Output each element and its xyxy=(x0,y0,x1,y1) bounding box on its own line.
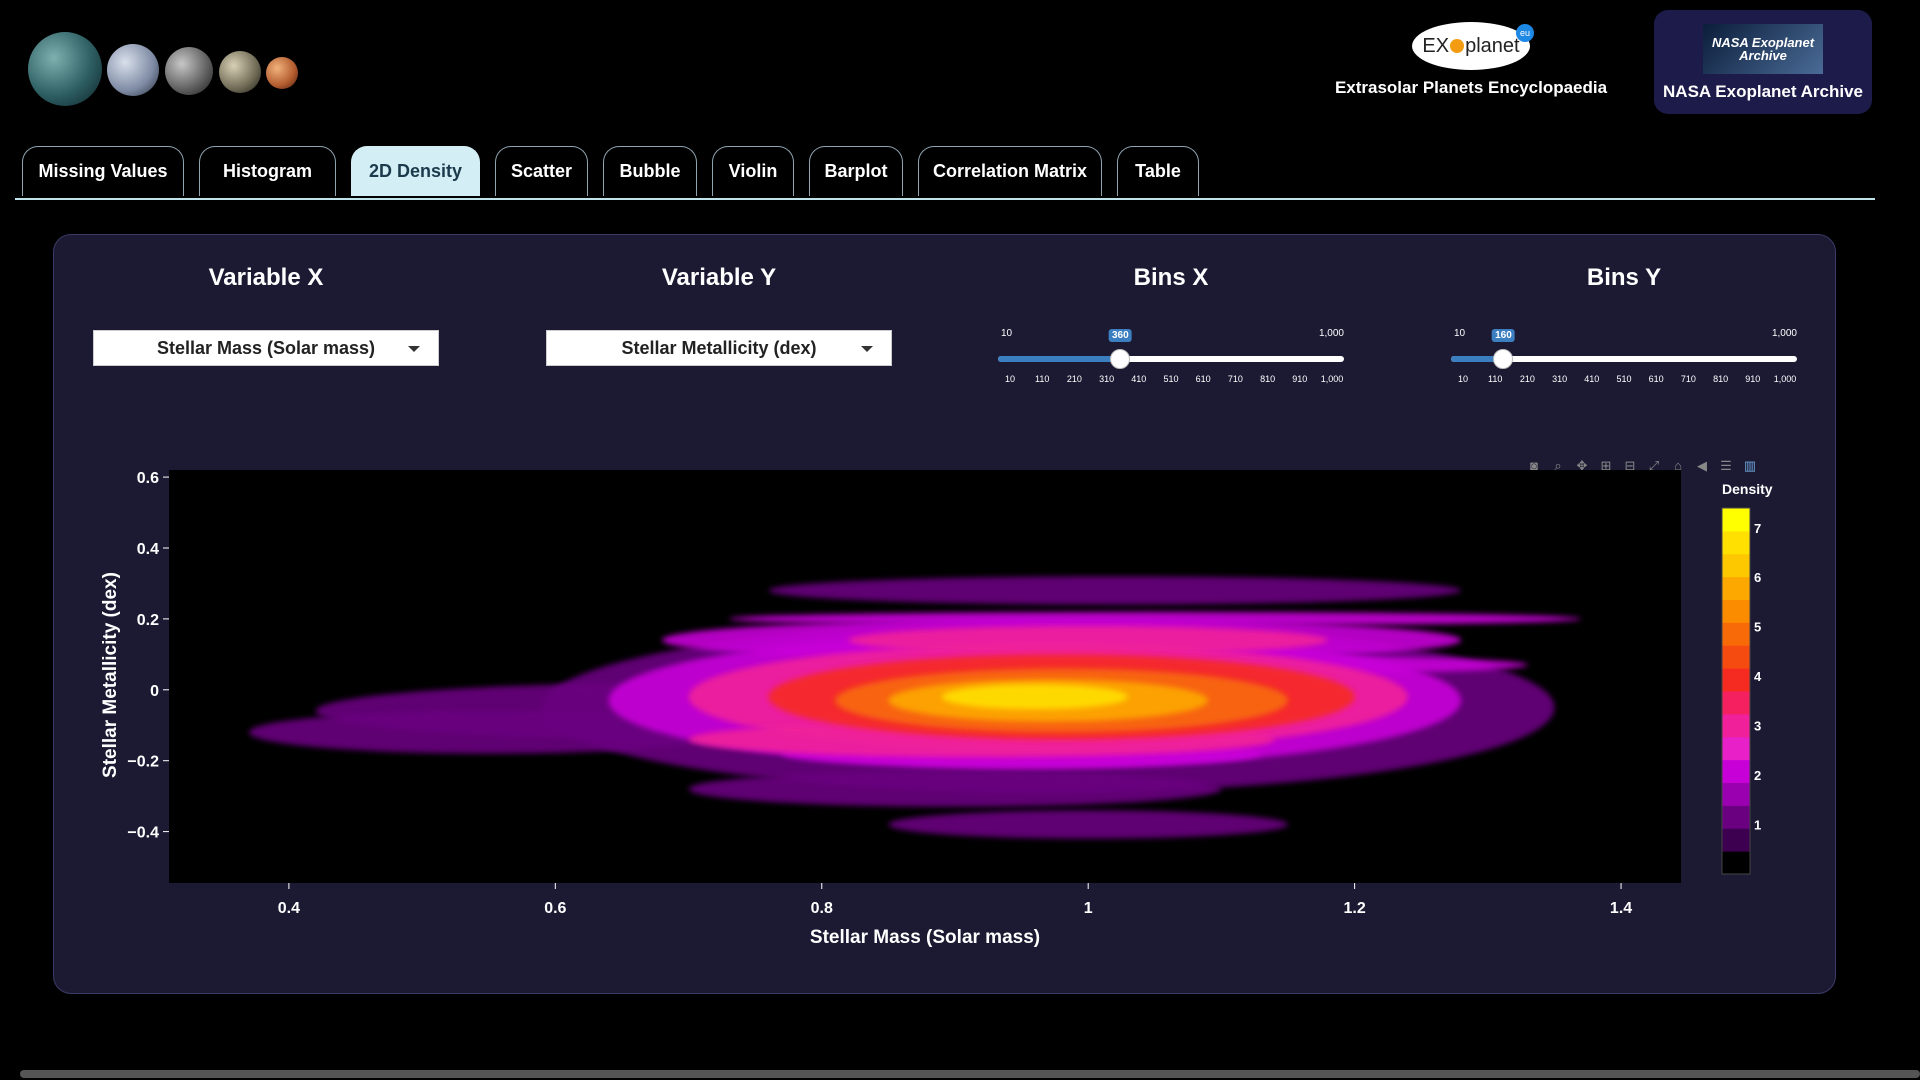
bins-y-slider[interactable]: 10 1,000 160 10 110 210 310 410 510 610 710 810 9… xyxy=(1451,328,1797,388)
plot-modebar: ◙ ⌕ ✥ ⊞ ⊟ ⤢ ⌂ ◀ ☰ ▥ xyxy=(1516,456,1796,476)
zoom-in-icon[interactable]: ⊞ xyxy=(1598,459,1614,473)
spike-lines-icon[interactable]: ◀ xyxy=(1694,459,1710,473)
slider-tick-label: 110 xyxy=(1035,374,1050,384)
slider-tick-label: 1,000 xyxy=(1773,374,1797,384)
slider-tick-label: 310 xyxy=(1552,374,1568,384)
planet-3-icon xyxy=(165,47,213,95)
brand-label: NASA Exoplanet Archive xyxy=(1663,82,1863,101)
bins-x-title: Bins X xyxy=(1133,264,1209,291)
chevron-down-icon xyxy=(408,346,420,352)
slider-value-tooltip: 160 xyxy=(1492,329,1515,342)
slider-tick-label: 10 xyxy=(1004,374,1016,384)
planet-dot-icon xyxy=(1450,39,1465,53)
tab-table[interactable]: Table xyxy=(1117,146,1199,196)
slider-max-label: 1,000 xyxy=(1318,328,1344,339)
app-window: EX planet eu Extrasolar Planets Encyclopa… xyxy=(0,0,1920,1080)
bins-x-slider[interactable]: 10 1,000 360 10 110 210 310 410 510 610 710 810 9… xyxy=(998,328,1344,388)
nasa-archive-logo[interactable]: NASA Exoplanet Archive xyxy=(1703,24,1823,74)
variable-x-value: Stellar Mass (Solar mass) xyxy=(156,337,376,358)
planet-5-icon xyxy=(266,57,298,89)
slider-tick-label: 610 xyxy=(1195,374,1211,384)
variable-x-dropdown[interactable]: Stellar Mass (Solar mass) xyxy=(93,330,439,366)
logo-text: planet xyxy=(1465,34,1520,57)
tab-bar: Missing Values Histogram 2D Density Scat… xyxy=(15,146,1875,200)
slider-tick-label: 510 xyxy=(1616,374,1632,384)
exoplanet-eu-brand[interactable]: EX planet eu Extrasolar Planets Encyclopa… xyxy=(1334,22,1608,98)
slider-tick-label: 1,000 xyxy=(1320,374,1344,384)
tab-scatter[interactable]: Scatter xyxy=(495,146,588,196)
slider-handle[interactable] xyxy=(1493,349,1514,369)
horizontal-scrollbar[interactable] xyxy=(20,1070,1920,1078)
slider-min-label: 10 xyxy=(1454,328,1466,339)
slider-ticks: 10 110 210 310 410 510 610 710 810 910 1,000 xyxy=(1451,374,1797,388)
planet-4-icon xyxy=(219,51,261,93)
zoom-out-icon[interactable]: ⊟ xyxy=(1622,459,1638,473)
slider-tick-label: 810 xyxy=(1713,374,1729,384)
slider-tick-label: 410 xyxy=(1584,374,1600,384)
slider-handle[interactable] xyxy=(1110,349,1131,369)
slider-tick-label: 110 xyxy=(1488,374,1503,384)
reset-axes-icon[interactable]: ⌂ xyxy=(1670,459,1686,473)
slider-tick-label: 410 xyxy=(1131,374,1147,384)
variable-y-title: Variable Y xyxy=(661,264,777,291)
bins-y-title: Bins Y xyxy=(1586,264,1662,291)
chevron-down-icon xyxy=(861,346,873,352)
planet-1-icon xyxy=(28,32,102,106)
slider-tick-label: 810 xyxy=(1260,374,1276,384)
tab-violin[interactable]: Violin xyxy=(712,146,794,196)
tab-correlation-matrix[interactable]: Correlation Matrix xyxy=(918,146,1102,196)
slider-min-label: 10 xyxy=(1001,328,1013,339)
camera-icon[interactable]: ◙ xyxy=(1526,459,1542,473)
planet-2-icon xyxy=(107,44,159,96)
eu-badge: eu xyxy=(1516,24,1534,42)
slider-tick-label: 910 xyxy=(1292,374,1308,384)
slider-tick-label: 210 xyxy=(1519,374,1535,384)
tab-missing-values[interactable]: Missing Values xyxy=(22,146,184,196)
slider-tick-label: 310 xyxy=(1099,374,1115,384)
tab-2d-density[interactable]: 2D Density xyxy=(351,146,480,196)
compare-hover-icon[interactable]: ☰ xyxy=(1718,459,1734,473)
variable-y-value: Stellar Metallicity (dex) xyxy=(621,337,817,358)
slider-value-tooltip: 360 xyxy=(1108,329,1132,342)
exoplanet-eu-logo[interactable]: EX planet eu xyxy=(1412,22,1534,70)
tab-barplot[interactable]: Barplot xyxy=(809,146,903,196)
slider-tick-label: 910 xyxy=(1745,374,1761,384)
plotly-logo-icon[interactable]: ▥ xyxy=(1742,459,1758,473)
logo-text: NASA Exoplanet Archive xyxy=(1711,35,1815,63)
slider-tick-label: 510 xyxy=(1163,374,1179,384)
autoscale-icon[interactable]: ⤢ xyxy=(1646,459,1662,473)
nasa-archive-brand[interactable]: NASA Exoplanet Archive NASA Exoplanet Ar… xyxy=(1654,10,1872,114)
brand-label: Extrasolar Planets Encyclopaedia xyxy=(1334,78,1608,97)
slider-tick-label: 10 xyxy=(1457,374,1469,384)
slider-tick-label: 210 xyxy=(1066,374,1082,384)
tab-histogram[interactable]: Histogram xyxy=(199,146,336,196)
slider-ticks: 10 110 210 310 410 510 610 710 810 910 1,000 xyxy=(998,374,1344,388)
zoom-icon[interactable]: ⌕ xyxy=(1550,459,1566,473)
logo-text: EX xyxy=(1422,34,1450,57)
slider-max-label: 1,000 xyxy=(1771,328,1797,339)
variable-y-dropdown[interactable]: Stellar Metallicity (dex) xyxy=(546,330,892,366)
slider-tick-label: 610 xyxy=(1648,374,1664,384)
slider-tick-label: 710 xyxy=(1680,374,1696,384)
variable-x-title: Variable X xyxy=(208,264,324,291)
slider-track xyxy=(998,356,1121,362)
slider-tick-label: 710 xyxy=(1227,374,1243,384)
pan-icon[interactable]: ✥ xyxy=(1574,459,1590,473)
tab-bubble[interactable]: Bubble xyxy=(603,146,697,196)
